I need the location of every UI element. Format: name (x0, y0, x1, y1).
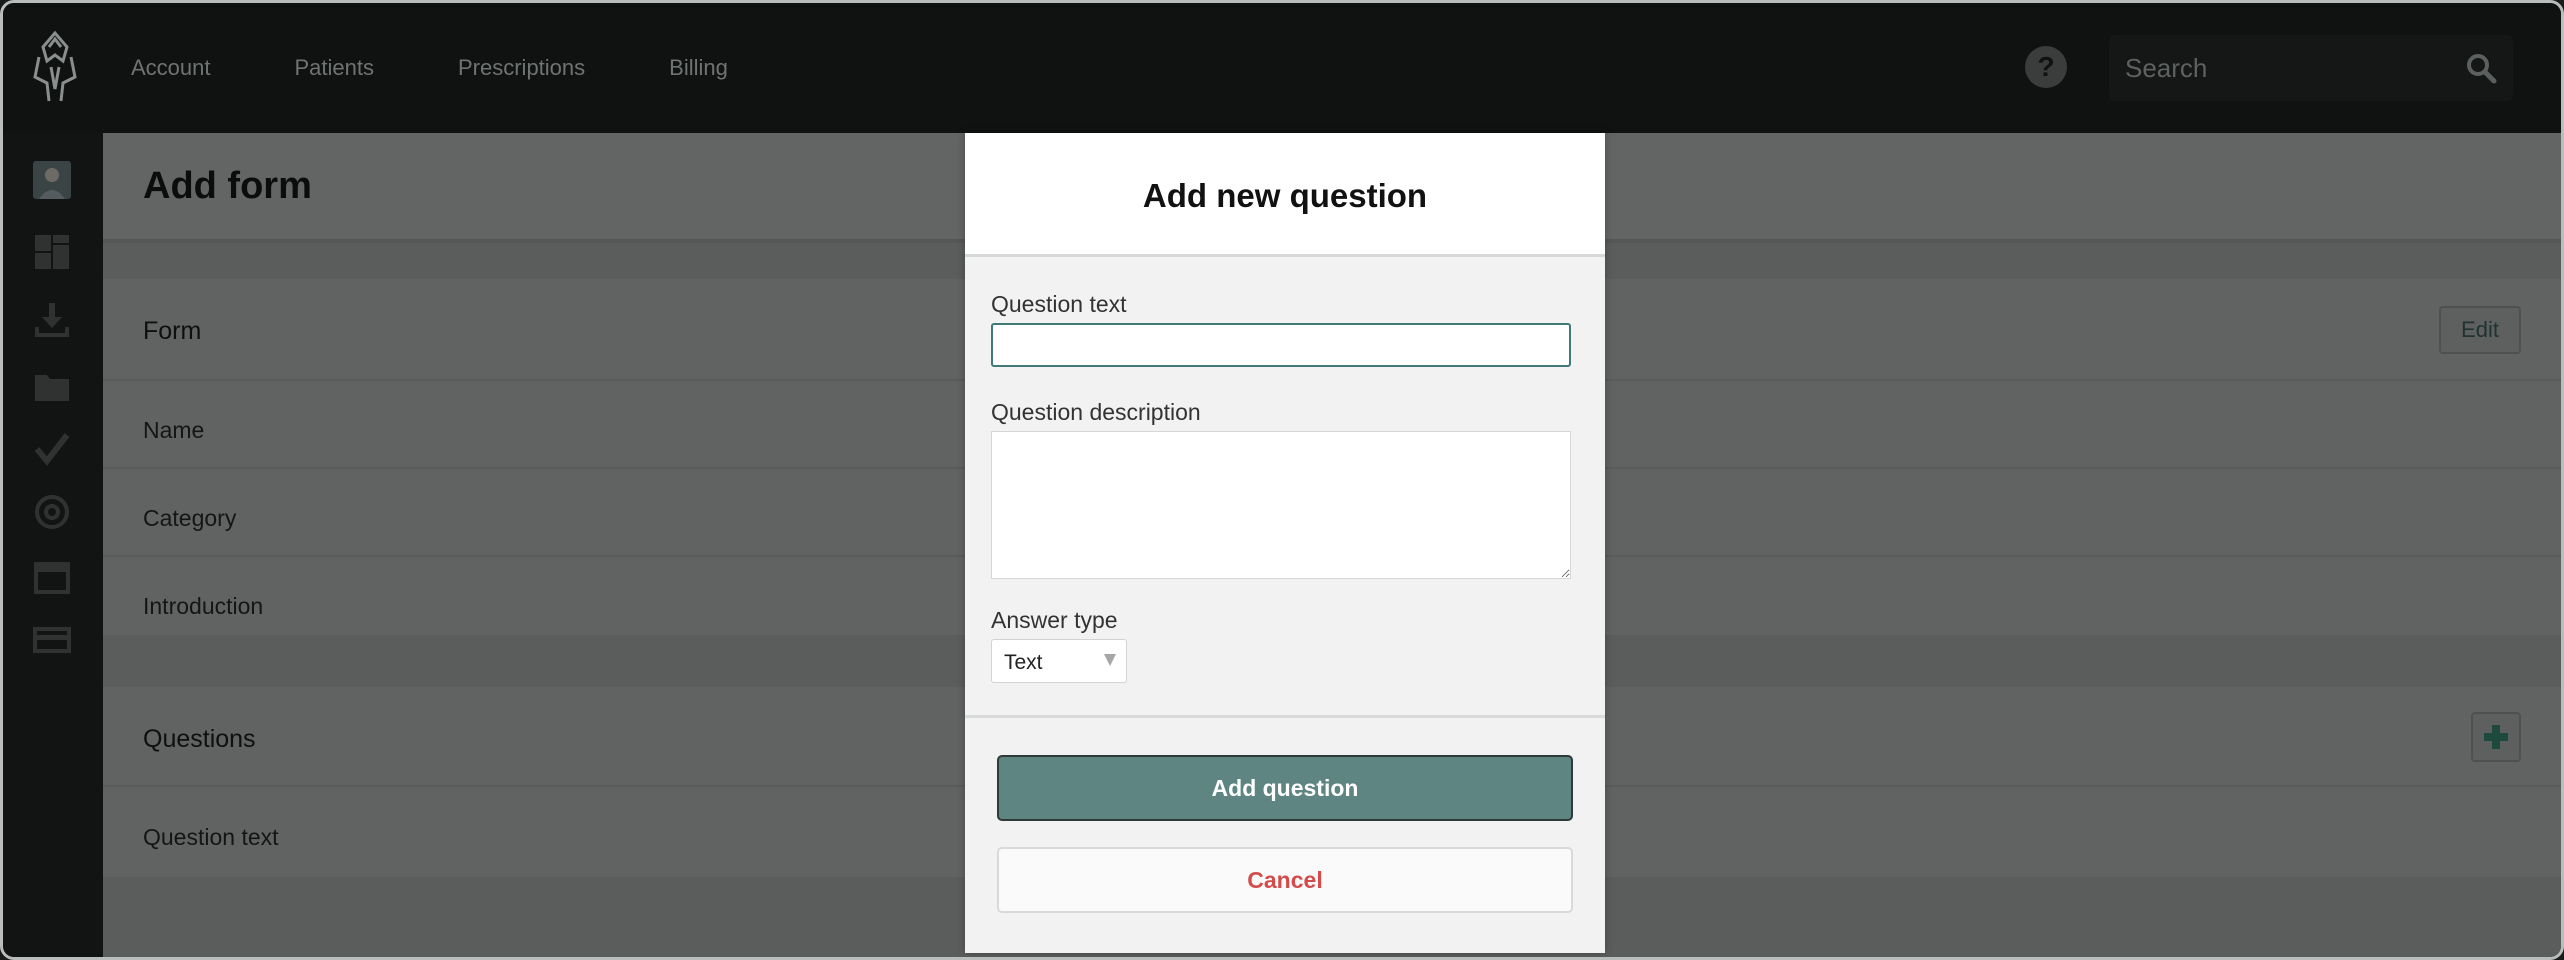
download-icon[interactable] (33, 301, 71, 339)
app-window: Account Patients Prescriptions Billing ? (0, 0, 2564, 960)
nav-billing[interactable]: Billing (669, 55, 728, 81)
search-input[interactable] (2125, 35, 2455, 101)
question-row-label: Question text (143, 824, 279, 850)
plus-icon (2484, 725, 2508, 749)
chevron-down-icon (1104, 654, 1116, 666)
at-icon[interactable] (33, 493, 71, 531)
form-section-title: Form (143, 317, 202, 345)
cancel-button[interactable]: Cancel (997, 847, 1573, 913)
add-question-button[interactable] (2471, 712, 2521, 762)
form-row-label: Name (143, 417, 205, 443)
sidebar (3, 133, 103, 957)
question-description-textarea[interactable] (991, 431, 1571, 579)
page-title: Add form (143, 165, 312, 207)
top-navigation-bar: Account Patients Prescriptions Billing ? (3, 3, 2561, 133)
search-icon[interactable] (2465, 52, 2497, 84)
help-icon[interactable]: ? (2025, 46, 2067, 88)
dashboard-icon[interactable] (33, 233, 71, 271)
card-icon[interactable] (33, 621, 71, 659)
checkmark-icon[interactable] (33, 429, 71, 467)
questions-section-title: Questions (143, 725, 256, 753)
answer-type-select[interactable]: Text (991, 639, 1127, 683)
folder-icon[interactable] (33, 367, 71, 405)
search-box (2109, 35, 2513, 101)
nav-patients[interactable]: Patients (295, 55, 375, 81)
nav-account[interactable]: Account (131, 55, 211, 81)
modal-header: Add new question (965, 133, 1605, 257)
edit-button[interactable]: Edit (2439, 306, 2521, 354)
question-description-label: Question description (991, 399, 1201, 425)
modal-divider (965, 715, 1605, 718)
form-row-label: Introduction (143, 593, 264, 619)
answer-type-value: Text (1004, 651, 1043, 674)
avatar-icon[interactable] (33, 161, 71, 199)
modal-title: Add new question (1142, 177, 1428, 214)
question-text-input[interactable] (991, 323, 1571, 367)
add-question-modal: Add new question Question text Question … (965, 133, 1605, 953)
add-question-submit-button[interactable]: Add question (997, 755, 1573, 821)
question-text-label: Question text (991, 291, 1127, 317)
form-row-label: Category (143, 505, 237, 531)
calendar-icon[interactable] (33, 557, 71, 595)
answer-type-label: Answer type (991, 607, 1118, 633)
main-nav: Account Patients Prescriptions Billing (131, 3, 812, 133)
logo-icon[interactable] (29, 27, 81, 107)
nav-prescriptions[interactable]: Prescriptions (458, 55, 585, 81)
